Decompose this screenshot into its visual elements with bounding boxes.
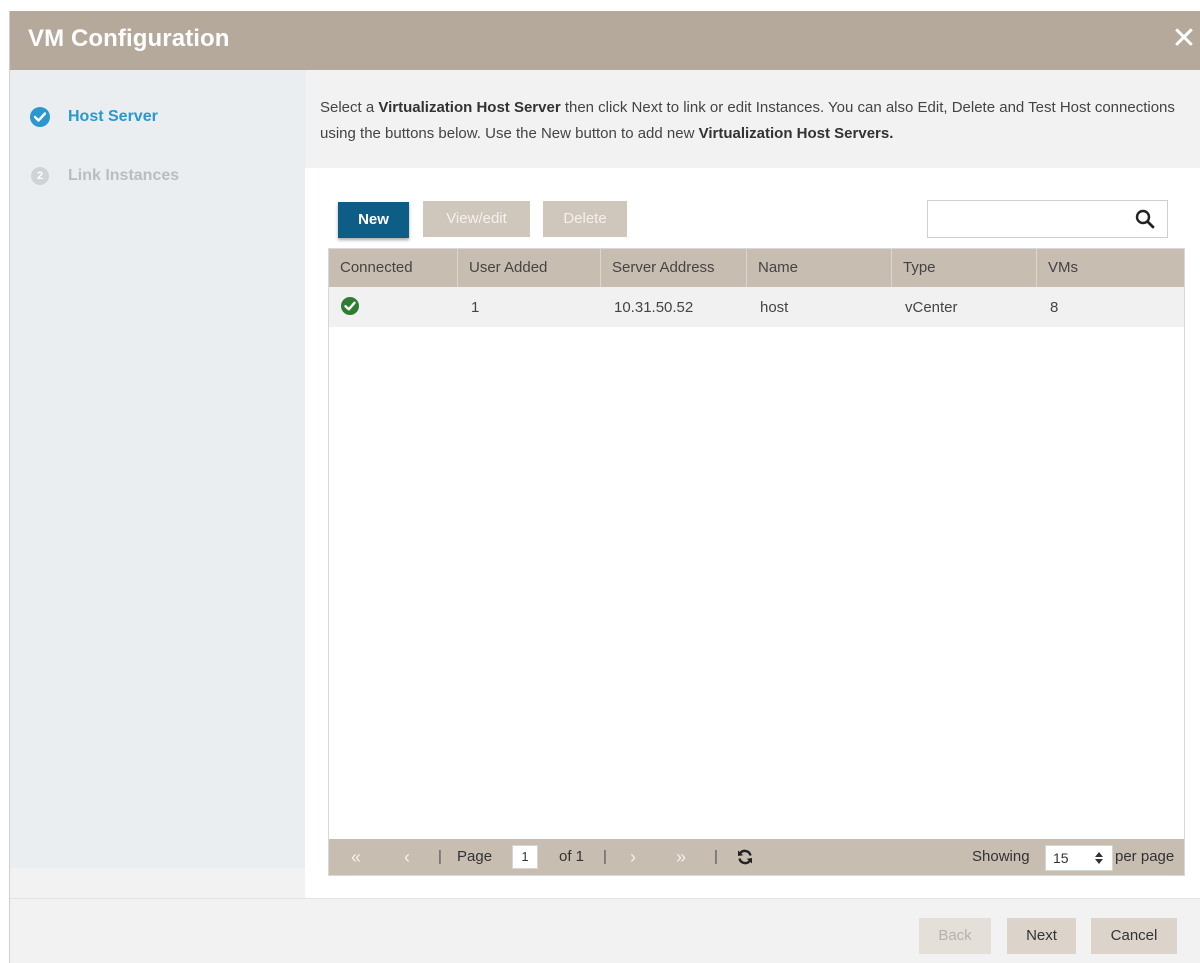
intro-bold: Virtualization Host Servers. bbox=[698, 125, 894, 142]
column-header-name[interactable]: Name bbox=[747, 249, 892, 287]
table-header: Connected User Added Server Address Name… bbox=[329, 249, 1184, 287]
next-button[interactable]: Next bbox=[1007, 918, 1076, 954]
dialog-titlebar: VM Configuration ✕ bbox=[10, 11, 1200, 70]
close-icon[interactable]: ✕ bbox=[1171, 24, 1197, 55]
pager-separator: | bbox=[438, 848, 442, 865]
prev-page-icon[interactable]: ‹ bbox=[404, 839, 410, 875]
intro-bold: Virtualization Host Server bbox=[378, 99, 561, 116]
step-host-server[interactable]: Host Server bbox=[30, 105, 158, 129]
intro-text: Select a Virtualization Host Server then… bbox=[320, 95, 1180, 147]
view-edit-button[interactable]: View/edit bbox=[423, 201, 530, 237]
cell-type: vCenter bbox=[905, 299, 958, 316]
step-label: Link Instances bbox=[68, 167, 180, 184]
pager-separator: | bbox=[714, 848, 718, 865]
dialog-title: VM Configuration bbox=[28, 25, 230, 52]
page-number-input[interactable]: 1 bbox=[512, 845, 538, 869]
next-page-icon[interactable]: › bbox=[630, 839, 636, 875]
wizard-steps-sidebar bbox=[10, 70, 306, 868]
check-circle-icon bbox=[30, 107, 50, 127]
page-count-label: of 1 bbox=[559, 848, 585, 865]
check-circle-icon bbox=[341, 297, 359, 315]
back-button[interactable]: Back bbox=[919, 918, 991, 954]
column-header-type[interactable]: Type bbox=[892, 249, 1037, 287]
page-label: Page bbox=[457, 848, 493, 865]
per-page-select[interactable]: 15 bbox=[1045, 845, 1113, 871]
cell-server-address: 10.31.50.52 bbox=[614, 299, 694, 316]
table-row[interactable]: 1 10.31.50.52 host vCenter 8 bbox=[329, 287, 1184, 327]
cell-user-added: 1 bbox=[471, 299, 480, 316]
column-header-server-address[interactable]: Server Address bbox=[601, 249, 747, 287]
cancel-button[interactable]: Cancel bbox=[1091, 918, 1177, 954]
cell-vms: 8 bbox=[1050, 299, 1059, 316]
column-header-vms[interactable]: VMs bbox=[1037, 249, 1184, 287]
search-input[interactable] bbox=[927, 200, 1168, 238]
intro-part: Select a bbox=[320, 99, 379, 116]
refresh-icon[interactable] bbox=[737, 849, 753, 865]
table-pager: « ‹ | Page 1 of 1 | › » | Showing 15 per… bbox=[329, 839, 1184, 875]
cell-name: host bbox=[760, 299, 789, 316]
column-header-connected[interactable]: Connected bbox=[329, 249, 458, 287]
column-header-user-added[interactable]: User Added bbox=[458, 249, 601, 287]
first-page-icon[interactable]: « bbox=[351, 839, 361, 875]
sort-arrows-icon bbox=[1095, 852, 1103, 864]
step-link-instances: 2 Link Instances bbox=[30, 164, 179, 188]
search-icon[interactable] bbox=[1135, 209, 1155, 229]
per-page-value: 15 bbox=[1053, 850, 1069, 866]
last-page-icon[interactable]: » bbox=[676, 839, 686, 875]
per-page-label: per page bbox=[1115, 848, 1175, 865]
host-servers-table: Connected User Added Server Address Name… bbox=[328, 248, 1185, 876]
step-number-icon: 2 bbox=[31, 167, 49, 185]
step-label: Host Server bbox=[68, 108, 158, 125]
delete-button[interactable]: Delete bbox=[543, 201, 627, 237]
showing-label: Showing bbox=[972, 848, 1030, 865]
pager-separator: | bbox=[603, 848, 607, 865]
new-button[interactable]: New bbox=[338, 202, 409, 238]
